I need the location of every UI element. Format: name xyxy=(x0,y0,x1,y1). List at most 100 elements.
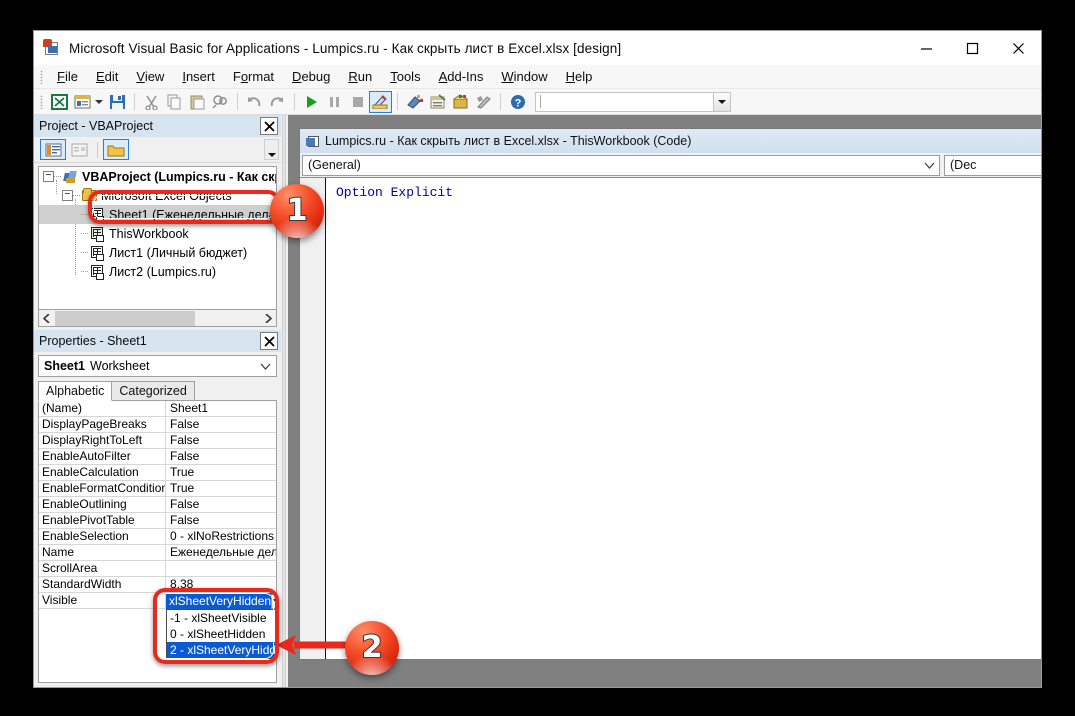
property-row[interactable]: EnablePivotTable False xyxy=(39,513,276,529)
properties-window-icon[interactable] xyxy=(426,91,449,113)
property-row[interactable]: EnableCalculation True xyxy=(39,465,276,481)
menu-edit[interactable]: Edit xyxy=(87,67,127,86)
scroll-left-arrow-icon[interactable] xyxy=(39,311,55,326)
save-icon[interactable] xyxy=(106,91,129,113)
break-icon[interactable] xyxy=(323,91,346,113)
annotation-highlight-sheet1 xyxy=(88,190,280,224)
workbook-icon xyxy=(90,227,105,241)
combo-caret xyxy=(540,95,541,108)
properties-object-combo[interactable]: Sheet1 Worksheet xyxy=(38,355,277,377)
vbaproject-icon xyxy=(63,170,78,184)
menu-file[interactable]: File xyxy=(48,67,87,86)
menu-window[interactable]: Window xyxy=(492,67,556,86)
tree-item-vbaproject[interactable]: − VBAProject (Lumpics.ru - Как скрыт xyxy=(39,167,276,186)
tree-item-list2[interactable]: Лист2 (Lumpics.ru) xyxy=(39,262,276,281)
project-explorer-icon[interactable] xyxy=(403,91,426,113)
menu-addins[interactable]: Add-Ins xyxy=(430,67,493,86)
property-name: Name xyxy=(39,545,166,560)
code-line: Option Explicit xyxy=(336,184,1041,201)
property-row[interactable]: EnableOutlining False xyxy=(39,497,276,513)
menu-run[interactable]: Run xyxy=(339,67,381,86)
tree-item-thisworkbook[interactable]: ThisWorkbook xyxy=(39,224,276,243)
property-value[interactable]: Sheet1 xyxy=(166,401,276,416)
tree-item-list1[interactable]: Лист1 (Личный бюджет) xyxy=(39,243,276,262)
undo-icon[interactable] xyxy=(243,91,266,113)
design-mode-icon[interactable] xyxy=(369,91,392,113)
object-combo[interactable]: (General) xyxy=(302,155,940,176)
property-row[interactable]: (Name) Sheet1 xyxy=(39,401,276,417)
property-value[interactable]: False xyxy=(166,417,276,432)
view-excel-icon[interactable] xyxy=(48,91,71,113)
tree-expander-icon[interactable]: − xyxy=(43,171,54,182)
property-row[interactable]: DisplayPageBreaks False xyxy=(39,417,276,433)
project-toolbar-overflow-icon[interactable] xyxy=(264,139,279,160)
property-name: ScrollArea xyxy=(39,561,166,576)
chevron-down-icon[interactable] xyxy=(919,162,939,169)
minimize-button[interactable] xyxy=(903,31,949,65)
property-value[interactable]: False xyxy=(166,497,276,512)
tree-expander-icon[interactable]: − xyxy=(62,190,73,201)
close-button[interactable] xyxy=(995,31,1041,65)
toggle-folders-icon[interactable] xyxy=(103,139,129,160)
property-name: EnableAutoFilter xyxy=(39,449,166,464)
scrollbar-track[interactable] xyxy=(55,311,260,326)
property-row[interactable]: Name Еженедельные дела xyxy=(39,545,276,561)
code-editor-area[interactable]: Option Explicit xyxy=(300,177,1041,659)
help-icon[interactable]: ? xyxy=(506,91,529,113)
procedure-combo[interactable]: (Dec xyxy=(944,155,1041,176)
copy-icon[interactable] xyxy=(163,91,186,113)
property-value[interactable]: False xyxy=(166,513,276,528)
property-value[interactable] xyxy=(166,561,276,576)
menu-insert[interactable]: Insert xyxy=(173,67,224,86)
properties-panel-close-button[interactable] xyxy=(260,332,278,350)
find-icon[interactable] xyxy=(209,91,232,113)
project-horizontal-scrollbar[interactable] xyxy=(38,310,277,327)
project-panel-close-button[interactable] xyxy=(260,117,278,135)
toolbar-grip[interactable] xyxy=(40,95,43,109)
cut-icon[interactable] xyxy=(140,91,163,113)
annotation-badge-2-number: 2 xyxy=(362,633,383,663)
view-code-icon[interactable] xyxy=(40,139,66,160)
run-icon[interactable] xyxy=(300,91,323,113)
property-value[interactable]: False xyxy=(166,449,276,464)
tab-alphabetic[interactable]: Alphabetic xyxy=(38,381,112,401)
insert-dropdown-caret-icon[interactable] xyxy=(95,100,103,104)
property-row[interactable]: ScrollArea xyxy=(39,561,276,577)
object-browser-icon[interactable] xyxy=(449,91,472,113)
paste-icon[interactable] xyxy=(186,91,209,113)
toolbar-combo-overflow-icon[interactable] xyxy=(713,93,730,111)
tab-categorized[interactable]: Categorized xyxy=(111,381,194,401)
insert-userform-icon[interactable] xyxy=(71,91,94,113)
tree-item-label: Лист2 (Lumpics.ru) xyxy=(109,265,216,279)
annotation-badge-2: 2 xyxy=(345,621,399,675)
property-value[interactable]: False xyxy=(166,433,276,448)
scroll-right-arrow-icon[interactable] xyxy=(260,311,276,326)
redo-icon[interactable] xyxy=(266,91,289,113)
project-tree[interactable]: − VBAProject (Lumpics.ru - Как скрыт − M… xyxy=(38,166,277,310)
standard-toolbar: ? xyxy=(34,89,1041,115)
property-row[interactable]: EnableSelection 0 - xlNoRestrictions xyxy=(39,529,276,545)
property-row[interactable]: EnableAutoFilter False xyxy=(39,449,276,465)
maximize-button[interactable] xyxy=(949,31,995,65)
property-value[interactable]: True xyxy=(166,481,276,496)
property-value[interactable]: Еженедельные дела xyxy=(166,545,276,560)
property-value[interactable]: True xyxy=(166,465,276,480)
scrollbar-thumb[interactable] xyxy=(55,311,195,326)
menu-help[interactable]: Help xyxy=(557,67,602,86)
view-object-icon[interactable] xyxy=(66,139,92,160)
reset-icon[interactable] xyxy=(346,91,369,113)
code-text-area[interactable]: Option Explicit xyxy=(326,178,1041,659)
property-row[interactable]: EnableFormatConditionsC True xyxy=(39,481,276,497)
property-row[interactable]: DisplayRightToLeft False xyxy=(39,433,276,449)
toolbar-combo[interactable] xyxy=(535,92,731,112)
menu-debug[interactable]: Debug xyxy=(283,67,339,86)
menu-tools[interactable]: Tools xyxy=(381,67,429,86)
menu-grip[interactable] xyxy=(40,70,43,84)
property-value[interactable]: 0 - xlNoRestrictions xyxy=(166,529,276,544)
menu-format[interactable]: Format xyxy=(224,67,283,86)
toolbox-icon[interactable] xyxy=(472,91,495,113)
chevron-down-icon[interactable] xyxy=(256,363,274,370)
code-margin-indicator-bar[interactable] xyxy=(300,178,326,659)
menu-view[interactable]: View xyxy=(127,67,173,86)
project-toolbar-separator xyxy=(97,142,98,158)
